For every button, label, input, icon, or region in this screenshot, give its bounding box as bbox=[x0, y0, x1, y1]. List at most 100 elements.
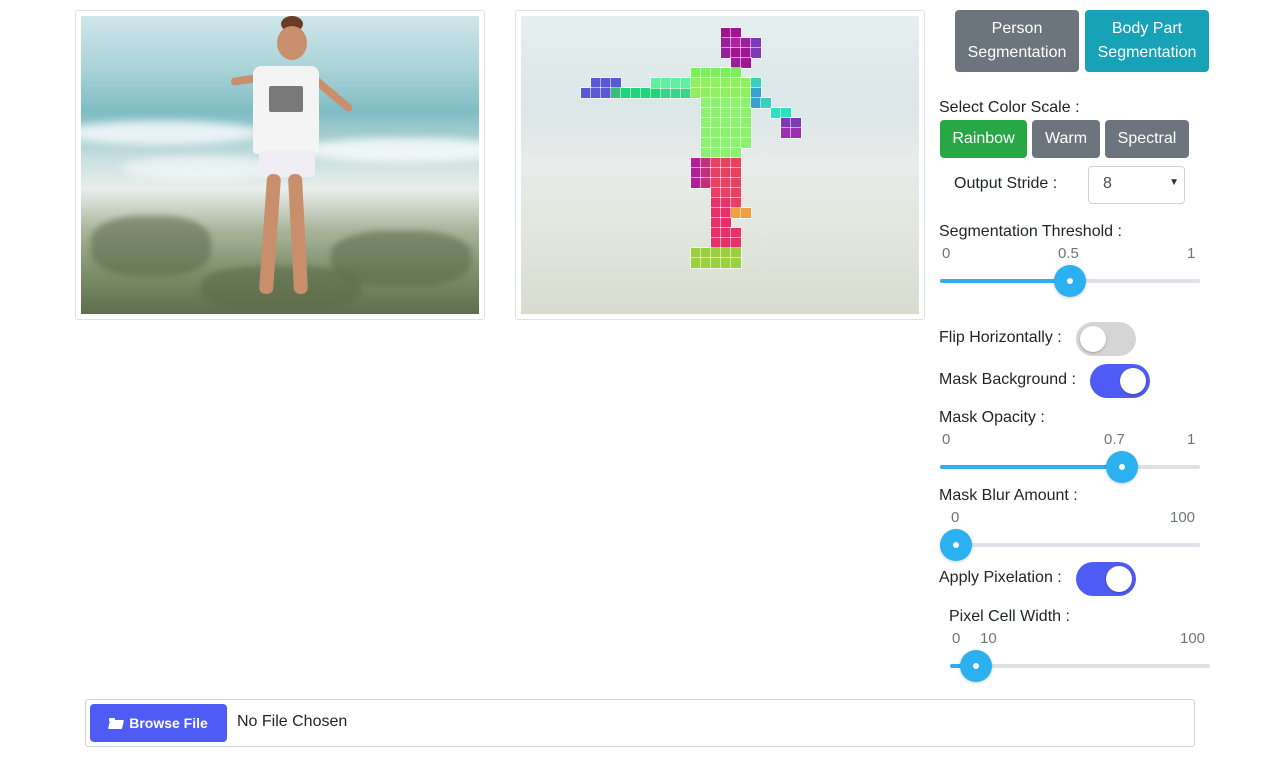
mask-pixel bbox=[730, 247, 742, 259]
mask-pixel bbox=[740, 137, 752, 149]
mask-pixel bbox=[700, 67, 712, 79]
color-scale-label: Select Color Scale : bbox=[939, 99, 1080, 116]
mask-pixel bbox=[730, 187, 742, 199]
pixel-cell-width-min: 0 bbox=[952, 630, 961, 647]
mask-pixel bbox=[730, 137, 742, 149]
mask-pixel bbox=[730, 57, 742, 69]
folder-open-icon bbox=[109, 717, 123, 729]
flip-horizontally-toggle[interactable] bbox=[1076, 322, 1136, 356]
mask-pixel bbox=[710, 167, 722, 179]
mask-pixel bbox=[690, 67, 702, 79]
mask-pixel bbox=[620, 87, 632, 99]
slider-fill bbox=[940, 279, 1070, 283]
mask-pixel bbox=[710, 217, 722, 229]
mask-pixel bbox=[750, 87, 762, 99]
mask-pixel bbox=[720, 37, 732, 49]
mask-pixel bbox=[710, 157, 722, 169]
mask-pixel bbox=[690, 87, 702, 99]
segmentation-threshold-slider[interactable] bbox=[940, 265, 1200, 297]
mask-pixel bbox=[720, 227, 732, 239]
mask-pixel bbox=[720, 217, 732, 229]
mask-pixel bbox=[710, 67, 722, 79]
mask-pixel bbox=[600, 77, 612, 89]
pixel-cell-width-label: Pixel Cell Width : bbox=[949, 608, 1070, 625]
slider-thumb[interactable] bbox=[960, 650, 992, 682]
mask-pixel bbox=[730, 97, 742, 109]
mask-pixel bbox=[730, 157, 742, 169]
output-stride-select[interactable]: 8 ▼ bbox=[1088, 166, 1185, 204]
mask-pixel bbox=[690, 247, 702, 259]
mask-pixel bbox=[710, 207, 722, 219]
mask-pixel bbox=[740, 127, 752, 139]
mask-pixel bbox=[720, 147, 732, 159]
mask-pixel bbox=[720, 87, 732, 99]
mask-pixel bbox=[730, 197, 742, 209]
file-status-text: No File Chosen bbox=[237, 713, 348, 730]
mask-opacity-min: 0 bbox=[942, 431, 951, 448]
mask-pixel bbox=[780, 107, 792, 119]
mask-pixel bbox=[710, 87, 722, 99]
mask-pixel bbox=[690, 257, 702, 269]
mask-pixel bbox=[730, 227, 742, 239]
segmentation-threshold-label: Segmentation Threshold : bbox=[939, 223, 1122, 240]
mask-pixel bbox=[700, 257, 712, 269]
mask-pixel bbox=[720, 247, 732, 259]
mask-pixel bbox=[700, 157, 712, 169]
color-scale-spectral-button[interactable]: Spectral bbox=[1105, 120, 1189, 158]
mask-pixel bbox=[710, 127, 722, 139]
input-image-card bbox=[75, 10, 485, 320]
slider-thumb[interactable] bbox=[940, 529, 972, 561]
mask-pixel bbox=[780, 117, 792, 129]
slider-thumb[interactable] bbox=[1054, 265, 1086, 297]
mask-pixel bbox=[710, 77, 722, 89]
slider-thumb[interactable] bbox=[1106, 451, 1138, 483]
mask-background-toggle[interactable] bbox=[1090, 364, 1150, 398]
mask-pixel bbox=[750, 47, 762, 59]
mask-pixel bbox=[720, 97, 732, 109]
mask-pixel bbox=[740, 107, 752, 119]
mask-pixel bbox=[720, 207, 732, 219]
mask-opacity-value: 0.7 bbox=[1104, 431, 1125, 448]
browse-file-button[interactable]: Browse File bbox=[90, 704, 227, 742]
mask-pixel bbox=[710, 97, 722, 109]
body-part-segmentation-button[interactable]: Body Part Segmentation bbox=[1085, 10, 1209, 72]
mask-blur-label: Mask Blur Amount : bbox=[939, 487, 1078, 504]
pixel-cell-width-max: 100 bbox=[1180, 630, 1206, 647]
toggle-knob bbox=[1120, 368, 1146, 394]
mask-pixel bbox=[590, 77, 602, 89]
mask-pixel bbox=[730, 77, 742, 89]
mask-blur-slider[interactable] bbox=[940, 529, 1200, 561]
mask-pixel bbox=[700, 77, 712, 89]
mask-pixel bbox=[750, 77, 762, 89]
person-segmentation-button[interactable]: Person Segmentation bbox=[955, 10, 1079, 72]
mask-pixel bbox=[720, 237, 732, 249]
input-photo bbox=[81, 16, 479, 314]
mask-pixel bbox=[720, 77, 732, 89]
mask-pixel bbox=[700, 167, 712, 179]
mask-pixel bbox=[710, 257, 722, 269]
mask-pixel bbox=[730, 167, 742, 179]
mask-pixel bbox=[720, 137, 732, 149]
color-scale-rainbow-button[interactable]: Rainbow bbox=[940, 120, 1027, 158]
mask-pixel bbox=[720, 127, 732, 139]
mask-pixel bbox=[720, 107, 732, 119]
mask-pixel bbox=[730, 27, 742, 39]
mask-pixel bbox=[740, 47, 752, 59]
mask-pixel bbox=[720, 117, 732, 129]
mask-pixel bbox=[580, 87, 592, 99]
pixel-cell-width-value: 10 bbox=[980, 630, 997, 647]
color-scale-warm-button[interactable]: Warm bbox=[1032, 120, 1100, 158]
segmentation-canvas bbox=[521, 16, 919, 314]
person-figure bbox=[81, 16, 479, 314]
mask-pixel bbox=[720, 27, 732, 39]
pixel-cell-width-slider[interactable] bbox=[950, 650, 1210, 682]
mask-pixel bbox=[730, 207, 742, 219]
mask-pixel bbox=[680, 87, 692, 99]
mask-pixel bbox=[710, 247, 722, 259]
mask-opacity-slider[interactable] bbox=[940, 451, 1200, 483]
mask-pixel bbox=[720, 187, 732, 199]
mask-pixel bbox=[720, 197, 732, 209]
apply-pixelation-toggle[interactable] bbox=[1076, 562, 1136, 596]
output-stride-value: 8 bbox=[1103, 175, 1112, 192]
mask-pixel bbox=[740, 117, 752, 129]
